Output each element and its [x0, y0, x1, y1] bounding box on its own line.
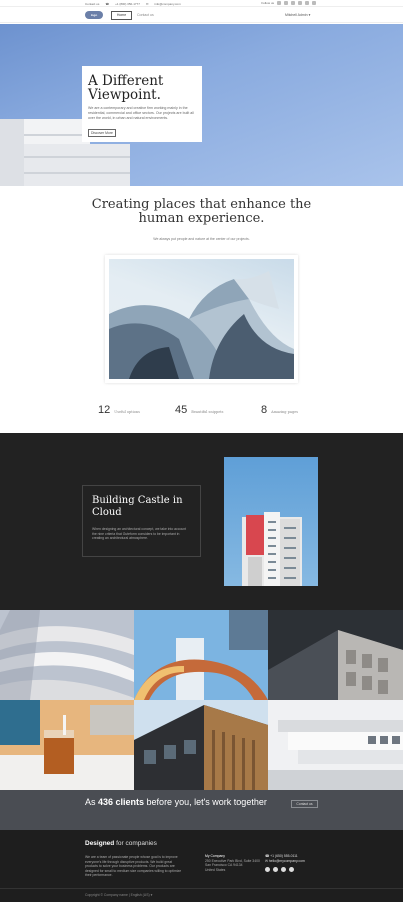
- copyright: Copyright © Company name | English (US) …: [85, 893, 153, 897]
- stat-item: 45 Beautiful snippets: [175, 404, 223, 416]
- grid-image-dark-facade: [268, 610, 403, 700]
- footer-title-bold: Designed: [85, 840, 115, 847]
- language-selector[interactable]: English (US): [131, 893, 150, 897]
- nav-contact-link[interactable]: Contact us: [137, 13, 154, 17]
- instagram-icon[interactable]: [281, 867, 286, 872]
- footer-phone-text: +1 (650) 555-0111: [270, 854, 298, 858]
- navbar: logo Home Contact us Mitchell Admin ▾: [0, 7, 403, 23]
- topbar-contact-text: Contact us: [85, 2, 100, 6]
- github-icon[interactable]: [265, 867, 270, 872]
- hero-text: We are a contemporary and creative firm …: [88, 106, 194, 120]
- stat-label: Useful options: [114, 410, 140, 414]
- hero-card: A Different Viewpoint. We are a contempo…: [82, 66, 202, 142]
- tower-image: [224, 457, 318, 586]
- footer-email-text: hello@mycompany.com: [268, 858, 305, 863]
- stat-value: 45: [175, 404, 188, 416]
- grid-image-skyscraper-ring: [134, 610, 268, 700]
- contact-us-button[interactable]: Contact us: [291, 800, 318, 808]
- mail-icon: ✉: [145, 2, 149, 6]
- grid-image-wood-facade: [134, 700, 268, 790]
- stats-row: 12 Useful options 45 Beautiful snippets …: [98, 404, 308, 418]
- tower-illustration: [242, 512, 302, 586]
- linkedin-icon[interactable]: [289, 867, 294, 872]
- github-icon[interactable]: [312, 1, 316, 5]
- stat-label: Beautiful snippets: [191, 410, 224, 414]
- footer-bottom-bar: Copyright © Company name | English (US) …: [0, 888, 403, 902]
- phone-icon: ☎: [105, 2, 110, 6]
- follow-label: Follow us: [261, 1, 274, 5]
- instagram-icon[interactable]: [305, 1, 309, 5]
- hero-building-ledge: [24, 134, 90, 136]
- footer-email[interactable]: ✉ hello@mycompany.com: [265, 859, 305, 864]
- stat-value: 8: [261, 404, 268, 416]
- discover-more-button[interactable]: Discover More: [88, 129, 116, 137]
- metal-building-image: [109, 259, 294, 379]
- hero-building-ledge: [24, 172, 130, 174]
- hero-building-ledge: [24, 156, 130, 158]
- stat-value: 12: [98, 404, 111, 416]
- youtube-icon[interactable]: [298, 1, 302, 5]
- footer-title-rest: for companies: [114, 840, 157, 847]
- footer-country: United States: [205, 867, 226, 872]
- chevron-down-icon: ▾: [308, 13, 311, 17]
- nav-home-button[interactable]: Home: [111, 11, 132, 20]
- castle-title: Building Castle in Cloud: [92, 495, 183, 518]
- user-name: Mitchell Admin: [285, 13, 308, 17]
- castle-section: Building Castle in Cloud When designing …: [0, 433, 403, 610]
- user-menu[interactable]: Mitchell Admin ▾: [285, 13, 310, 17]
- grid-image-curved-balconies: [0, 610, 134, 700]
- castle-text-box: Building Castle in Cloud When designing …: [82, 485, 201, 557]
- footer-title: Designed for companies: [85, 840, 157, 847]
- topbar-email[interactable]: info@company.com: [154, 2, 180, 6]
- clients-suffix: before you, let's work together: [144, 797, 267, 807]
- topbar-phone[interactable]: +1 (800) 350-1777: [115, 2, 140, 6]
- twitter-icon[interactable]: [273, 867, 278, 872]
- clients-banner: As 436 clients before you, let's work to…: [0, 790, 403, 830]
- facebook-icon[interactable]: [277, 1, 281, 5]
- stat-item: 8 Amazing pages: [261, 404, 298, 416]
- places-title: Creating places that enhance the human e…: [91, 197, 312, 226]
- footer-company-block: My Company 250 Executive Park Blvd, Suit…: [205, 854, 260, 872]
- hero-building-side: [0, 119, 24, 186]
- footer: Designed for companies We are a team of …: [0, 830, 403, 902]
- top-bar: Contact us ☎ +1 (800) 350-1777 ✉ info@co…: [0, 0, 403, 7]
- hero-building-block: [20, 144, 130, 186]
- grid-image-white-building: [268, 700, 403, 790]
- photo-grid: [0, 610, 403, 790]
- stat-item: 12 Useful options: [98, 404, 140, 416]
- footer-contact-block: ☎ +1 (650) 555-0111 ✉ hello@mycompany.co…: [265, 854, 305, 864]
- hero-section: A Different Viewpoint. We are a contempo…: [0, 24, 403, 186]
- footer-social-icons: [265, 867, 294, 872]
- castle-text: When designing an architectural concept,…: [92, 527, 187, 541]
- clients-prefix: As: [85, 797, 99, 807]
- footer-about: We are a team of passionate people whose…: [85, 855, 182, 878]
- twitter-icon[interactable]: [284, 1, 288, 5]
- clients-count: 436 clients: [98, 797, 145, 807]
- hero-title: A Different Viewpoint.: [88, 73, 164, 103]
- places-subtitle: We always put people and nature at the c…: [153, 237, 250, 241]
- metal-building-illustration: [109, 271, 294, 379]
- copyright-text: Copyright © Company name: [85, 893, 128, 897]
- stat-label: Amazing pages: [271, 410, 299, 414]
- grid-image-iced-coffee: [0, 700, 134, 790]
- linkedin-icon[interactable]: [291, 1, 295, 5]
- clients-heading: As 436 clients before you, let's work to…: [85, 797, 275, 808]
- logo[interactable]: logo: [85, 11, 103, 19]
- places-image-frame: [105, 255, 298, 383]
